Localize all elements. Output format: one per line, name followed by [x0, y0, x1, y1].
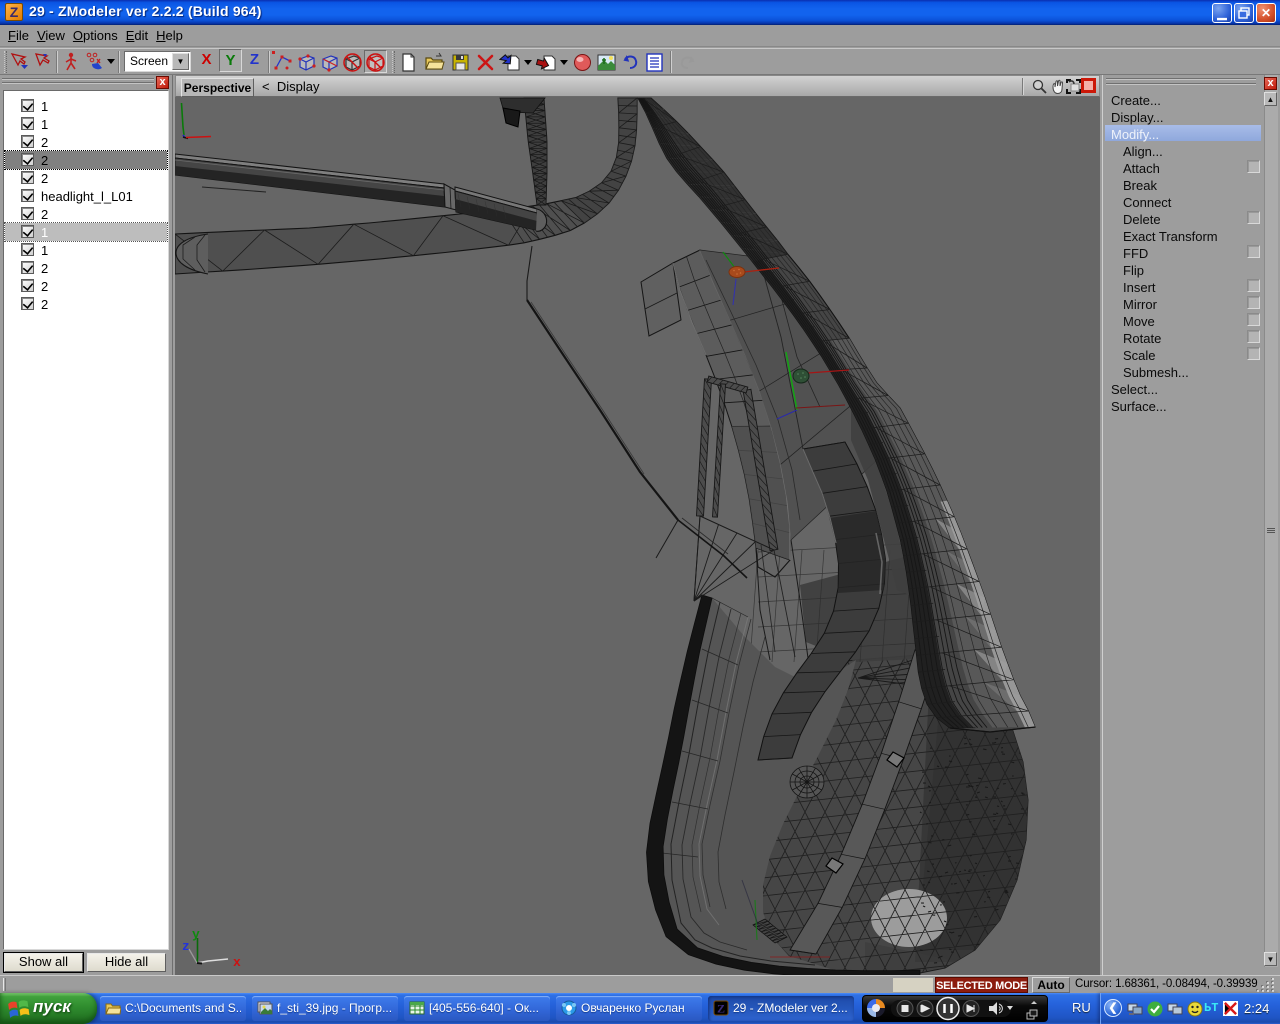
svg-text:x: x [233, 955, 241, 970]
svg-text:z: z [182, 939, 190, 954]
svg-text:Z: Z [717, 1002, 725, 1016]
svg-text:y: y [192, 927, 200, 942]
